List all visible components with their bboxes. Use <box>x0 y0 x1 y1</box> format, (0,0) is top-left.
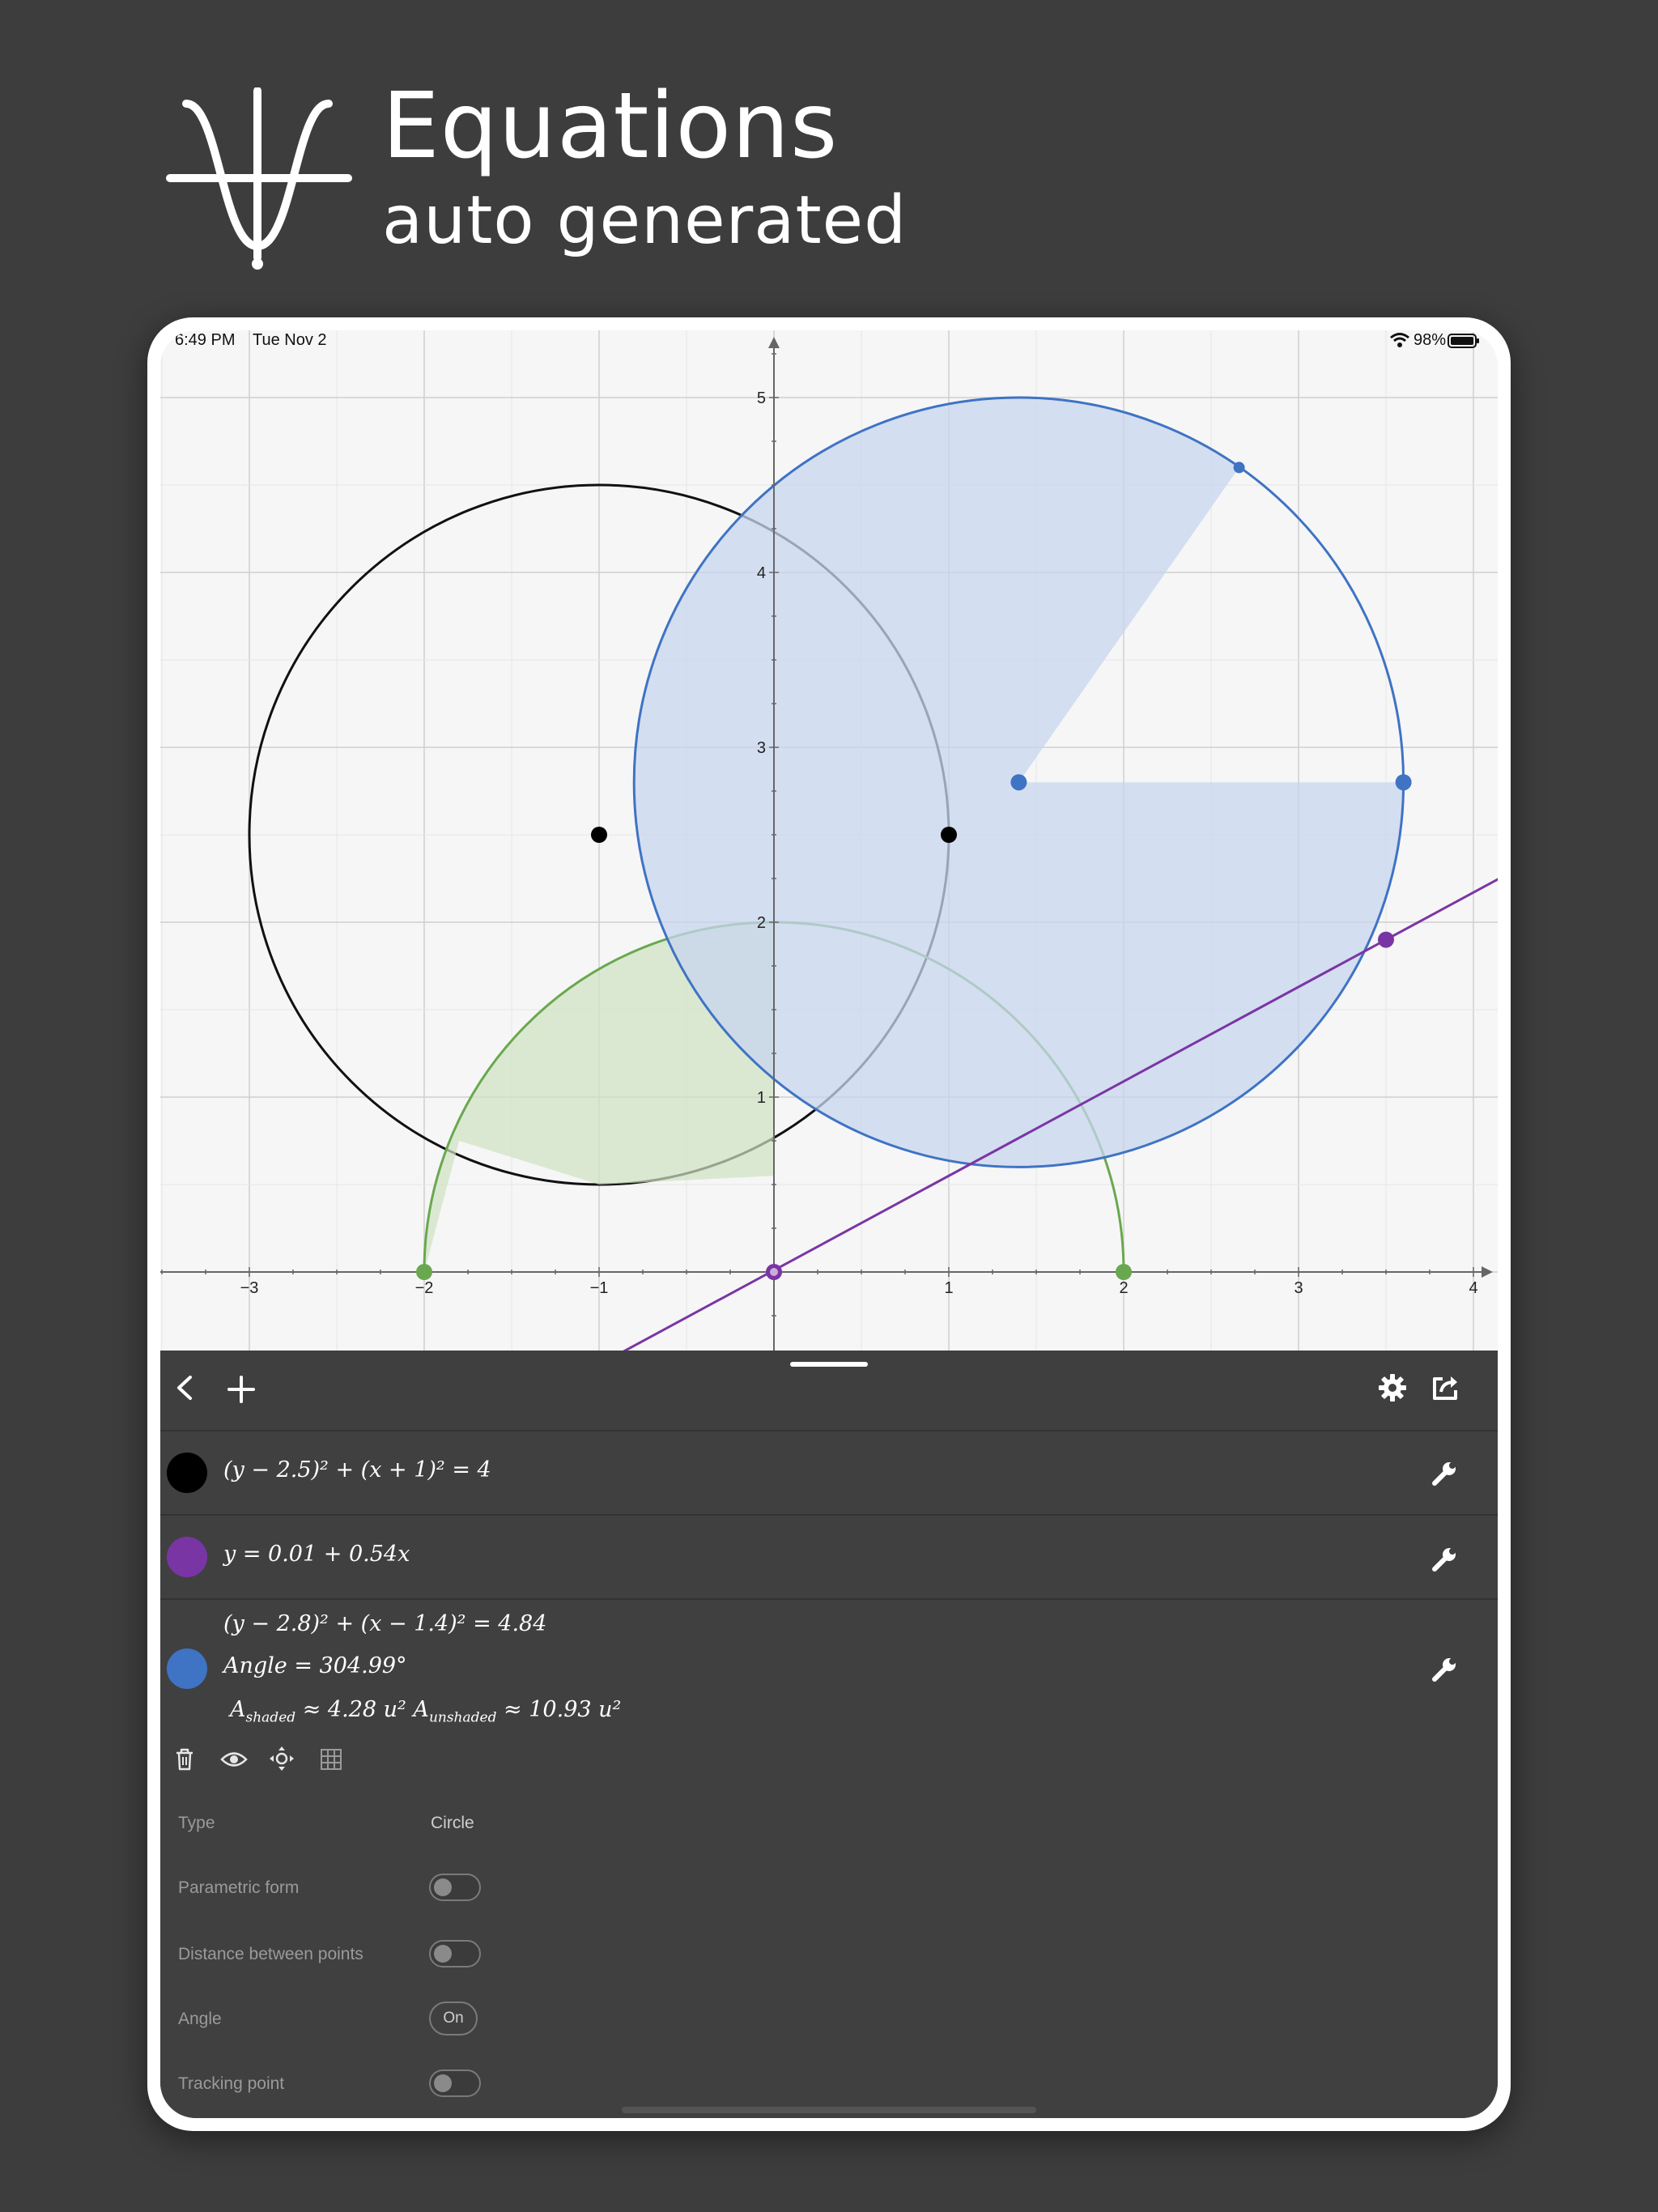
y-tick-label: 1 <box>757 1089 766 1107</box>
equation-row-circle-blue[interactable]: (y − 2.8)² + (x − 1.4)² = 4.84 Angle = 3… <box>160 1598 1498 2118</box>
toggle-knob <box>434 1878 452 1896</box>
data-point <box>1116 1264 1132 1280</box>
x-tick-label: −1 <box>590 1279 609 1297</box>
status-time: 6:49 PM <box>175 331 236 349</box>
wrench-icon[interactable] <box>1430 1459 1459 1488</box>
parametric-label: Parametric form <box>178 1878 300 1897</box>
type-label: Type <box>178 1814 215 1832</box>
app-logo <box>166 87 352 270</box>
chevron-left-icon[interactable] <box>168 1372 201 1404</box>
equation-panel: (y − 2.5)² + (x + 1)² = 4 y = 0.01 + 0.5… <box>160 1351 1498 2118</box>
promo-title: Equations <box>382 74 839 179</box>
data-point <box>1010 774 1027 791</box>
battery-percent: 98% <box>1413 331 1446 349</box>
y-tick-label: 2 <box>757 914 766 932</box>
wifi-icon <box>1390 333 1409 347</box>
home-indicator <box>622 2107 1036 2113</box>
wrench-icon[interactable] <box>1430 1655 1459 1684</box>
y-axis-arrow <box>768 337 780 348</box>
drag-handle[interactable] <box>790 1362 868 1367</box>
grid-icon[interactable] <box>319 1747 343 1772</box>
distance-label: Distance between points <box>178 1945 363 1963</box>
type-value[interactable]: Circle <box>431 1814 474 1833</box>
x-tick-label: −2 <box>415 1279 434 1297</box>
data-point <box>1233 462 1245 474</box>
area-text: Ashaded ≈ 4.28 u² Aunshaded ≈ 10.93 u² <box>230 1697 622 1726</box>
data-point <box>1395 774 1412 791</box>
app-screen: −3 −2 −1 1 2 3 4 1 2 3 4 5 6:49 PM Tue Nov 2 98% <box>160 330 1498 2118</box>
shapes <box>248 396 1498 1351</box>
gear-icon[interactable] <box>1376 1372 1409 1404</box>
eye-icon[interactable] <box>220 1749 248 1770</box>
y-tick-label: 4 <box>757 564 766 582</box>
color-dot-black[interactable] <box>167 1453 207 1493</box>
share-icon[interactable] <box>1430 1372 1462 1404</box>
tracking-toggle[interactable] <box>429 2069 481 2097</box>
graph-canvas[interactable]: −3 −2 −1 1 2 3 4 1 2 3 4 5 <box>160 330 1498 1351</box>
equation-text[interactable]: (y − 2.5)² + (x + 1)² = 4 <box>223 1457 491 1482</box>
data-point <box>941 827 957 843</box>
move-icon[interactable] <box>269 1746 295 1772</box>
y-tick-label: 3 <box>757 739 766 757</box>
x-tick-label: −3 <box>240 1279 259 1297</box>
toggle-knob <box>434 2074 452 2092</box>
equation-text[interactable]: y = 0.01 + 0.54x <box>223 1542 410 1567</box>
data-point <box>1378 931 1394 948</box>
x-tick-label: 2 <box>1119 1279 1128 1297</box>
data-point <box>591 827 607 843</box>
wrench-icon[interactable] <box>1430 1545 1459 1574</box>
toggle-knob <box>434 1945 452 1963</box>
color-dot-purple[interactable] <box>167 1537 207 1577</box>
equation-row-line[interactable]: y = 0.01 + 0.54x <box>160 1514 1498 1600</box>
x-tick-label: 3 <box>1294 1279 1303 1297</box>
plus-icon[interactable] <box>223 1372 259 1407</box>
x-tick-label: 4 <box>1469 1279 1477 1297</box>
x-tick-label: 1 <box>944 1279 953 1297</box>
angle-toggle[interactable]: On <box>429 2001 478 2035</box>
angle-label: Angle <box>178 2010 222 2028</box>
distance-toggle[interactable] <box>429 1940 481 1967</box>
origin-marker <box>770 1268 778 1276</box>
color-dot-blue[interactable] <box>167 1648 207 1689</box>
equation-text[interactable]: (y − 2.8)² + (x − 1.4)² = 4.84 <box>223 1611 546 1636</box>
parametric-toggle[interactable] <box>429 1874 481 1901</box>
status-date: Tue Nov 2 <box>253 331 327 349</box>
battery-icon <box>1448 334 1479 348</box>
y-tick-label: 5 <box>757 389 766 407</box>
equation-row-circle-black[interactable]: (y − 2.5)² + (x + 1)² = 4 <box>160 1430 1498 1516</box>
tracking-label: Tracking point <box>178 2074 285 2093</box>
x-axis-arrow <box>1482 1266 1493 1278</box>
promo-subtitle: auto generated <box>382 182 908 259</box>
trash-icon[interactable] <box>173 1747 196 1772</box>
angle-text: Angle = 304.99° <box>223 1653 407 1678</box>
data-point <box>416 1264 432 1280</box>
